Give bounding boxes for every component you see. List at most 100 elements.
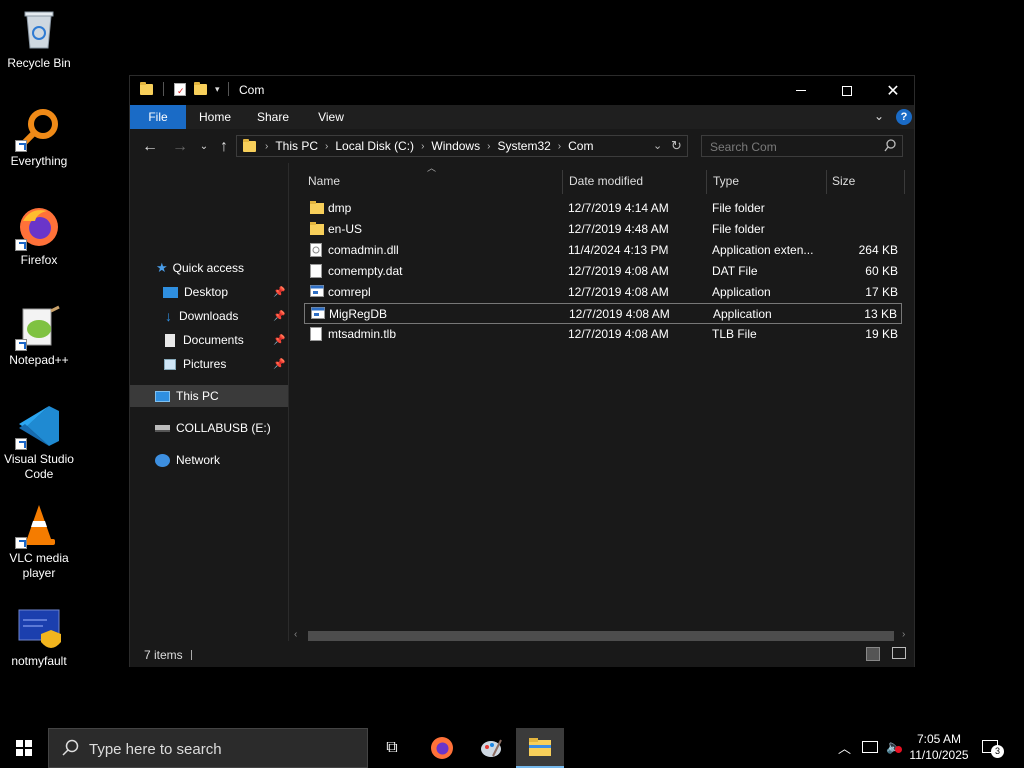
nav-this-pc[interactable]: This PC bbox=[130, 385, 288, 407]
action-center-button[interactable]: 3 bbox=[982, 738, 1004, 758]
breadcrumb-windows[interactable]: Windows bbox=[427, 139, 484, 153]
column-header-size[interactable]: Size bbox=[832, 171, 855, 191]
scroll-right-icon[interactable]: › bbox=[902, 629, 905, 640]
column-header-date[interactable]: Date modified bbox=[569, 171, 643, 191]
start-button[interactable] bbox=[0, 728, 48, 768]
address-bar[interactable]: › This PC › Local Disk (C:) › Windows › … bbox=[236, 135, 688, 157]
close-icon: ✕ bbox=[886, 82, 900, 100]
properties-icon[interactable]: ✓ bbox=[174, 82, 186, 96]
up-arrow-icon[interactable]: ↑ bbox=[214, 138, 234, 156]
breadcrumb-system32[interactable]: System32 bbox=[493, 139, 554, 153]
tab-view[interactable]: View bbox=[310, 105, 352, 129]
address-folder-icon bbox=[243, 138, 256, 152]
taskbar-search-placeholder: Type here to search bbox=[89, 741, 222, 758]
file-date-modified: 12/7/2019 4:08 AM bbox=[568, 264, 669, 278]
pin-icon[interactable]: 📌 bbox=[273, 359, 285, 370]
tab-share[interactable]: Share bbox=[252, 105, 294, 129]
details-view-button[interactable] bbox=[866, 647, 880, 661]
network-tray-icon[interactable] bbox=[862, 741, 878, 753]
file-row[interactable]: dmp 12/7/2019 4:14 AM File folder bbox=[304, 198, 902, 219]
chevron-right-icon[interactable]: › bbox=[555, 141, 564, 152]
back-arrow-icon[interactable]: ← bbox=[140, 138, 160, 156]
desktop-icon-label: Recycle Bin bbox=[7, 56, 71, 70]
horizontal-scrollbar[interactable]: ‹ › bbox=[290, 629, 914, 643]
chevron-right-icon[interactable]: › bbox=[418, 141, 427, 152]
file-date-modified: 11/4/2024 4:13 PM bbox=[568, 243, 669, 257]
file-row[interactable]: en-US 12/7/2019 4:48 AM File folder bbox=[304, 219, 902, 240]
search-box[interactable]: Search Com bbox=[701, 135, 903, 157]
nav-desktop[interactable]: Desktop 📌 bbox=[130, 281, 288, 303]
nav-network[interactable]: Network bbox=[130, 449, 288, 471]
pin-icon[interactable]: 📌 bbox=[273, 287, 285, 298]
taskbar-file-explorer[interactable] bbox=[516, 728, 564, 768]
large-icons-view-button[interactable] bbox=[892, 647, 906, 659]
desktop-icon-notmyfault[interactable]: notmyfault bbox=[0, 606, 78, 669]
expand-ribbon-icon[interactable]: ⌄ bbox=[874, 109, 884, 123]
file-explorer-icon bbox=[529, 738, 551, 756]
file-row[interactable]: comadmin.dll 11/4/2024 4:13 PM Application… bbox=[304, 240, 902, 261]
chevron-right-icon[interactable]: › bbox=[484, 141, 493, 152]
column-divider[interactable] bbox=[826, 170, 827, 194]
window-title: Com bbox=[239, 83, 265, 97]
desktop-icon-recycle-bin[interactable]: Recycle Bin bbox=[0, 8, 78, 71]
task-view-button[interactable]: ⧉ bbox=[368, 728, 416, 768]
file-explorer-window: ✓ ▾ Com ✕ File Home Share View ⌄ ? ← → ⌄… bbox=[129, 75, 915, 667]
system-clock[interactable]: 7:05 AM 11/10/2025 bbox=[904, 731, 974, 763]
column-header-name[interactable]: Name bbox=[308, 171, 340, 191]
taskbar-search-box[interactable]: Type here to search bbox=[48, 728, 368, 768]
nav-downloads[interactable]: ↓ Downloads 📌 bbox=[130, 305, 288, 327]
close-button[interactable]: ✕ bbox=[870, 76, 916, 105]
column-header-type[interactable]: Type bbox=[713, 171, 739, 191]
forward-arrow-icon[interactable]: → bbox=[170, 138, 190, 156]
clock-time: 7:05 AM bbox=[916, 732, 962, 746]
taskbar-firefox[interactable] bbox=[418, 728, 466, 768]
desktop-icon-vlc[interactable]: VLC media player bbox=[0, 503, 78, 581]
clock-date: 11/10/2025 bbox=[909, 748, 969, 762]
taskbar-paint[interactable] bbox=[467, 728, 515, 768]
file-name: dmp bbox=[328, 201, 352, 215]
show-hidden-icons-button[interactable]: ︿ bbox=[838, 738, 851, 757]
address-dropdown-icon[interactable]: ⌄ bbox=[653, 139, 662, 152]
refresh-icon[interactable]: ↻ bbox=[671, 138, 682, 154]
volume-muted-icon[interactable]: 🔈 bbox=[886, 739, 902, 755]
desktop-icon-everything[interactable]: Everything bbox=[0, 106, 78, 169]
column-divider[interactable] bbox=[706, 170, 707, 194]
pin-icon[interactable]: 📌 bbox=[273, 311, 285, 322]
chevron-right-icon[interactable]: › bbox=[322, 141, 331, 152]
column-divider[interactable] bbox=[904, 170, 905, 194]
dll-file-icon bbox=[310, 243, 324, 257]
chevron-right-icon[interactable]: › bbox=[262, 141, 271, 152]
scrollbar-thumb[interactable] bbox=[308, 631, 894, 641]
nav-quick-access[interactable]: ★ Quick access bbox=[130, 257, 288, 279]
tab-home[interactable]: Home bbox=[194, 105, 236, 129]
column-divider[interactable] bbox=[562, 170, 563, 194]
status-divider bbox=[191, 650, 192, 660]
breadcrumb-this-pc[interactable]: This PC bbox=[271, 139, 322, 153]
nav-usb-drive[interactable]: COLLABUSB (E:) bbox=[130, 417, 288, 439]
recent-locations-icon[interactable]: ⌄ bbox=[194, 138, 214, 156]
paint-palette-icon bbox=[481, 739, 502, 757]
nav-documents[interactable]: Documents 📌 bbox=[130, 329, 288, 351]
new-folder-icon[interactable] bbox=[194, 81, 207, 95]
pin-icon[interactable]: 📌 bbox=[273, 335, 285, 346]
file-row[interactable]: comempty.dat 12/7/2019 4:08 AM DAT File 60 … bbox=[304, 261, 902, 282]
file-date-modified: 12/7/2019 4:08 AM bbox=[568, 285, 669, 299]
help-icon[interactable]: ? bbox=[896, 109, 912, 125]
file-size: 60 KB bbox=[865, 264, 898, 278]
minimize-button[interactable] bbox=[778, 76, 824, 105]
maximize-button[interactable] bbox=[824, 76, 870, 105]
file-row[interactable]: comrepl 12/7/2019 4:08 AM Application 17 KB bbox=[304, 282, 902, 303]
scroll-left-icon[interactable]: ‹ bbox=[294, 629, 297, 640]
file-size: 17 KB bbox=[865, 285, 898, 299]
customize-toolbar-icon[interactable]: ▾ bbox=[215, 84, 220, 95]
title-bar[interactable]: ✓ ▾ Com ✕ bbox=[130, 76, 914, 105]
tab-file[interactable]: File bbox=[130, 105, 186, 129]
breadcrumb-local-disk[interactable]: Local Disk (C:) bbox=[331, 139, 418, 153]
nav-pictures[interactable]: Pictures 📌 bbox=[130, 353, 288, 375]
desktop-icon-firefox[interactable]: Firefox bbox=[0, 205, 78, 268]
file-row[interactable]: mtsadmin.tlb 12/7/2019 4:08 AM TLB File 19 … bbox=[304, 324, 902, 345]
desktop-icon-vscode[interactable]: Visual Studio Code bbox=[0, 404, 78, 482]
breadcrumb-com[interactable]: Com bbox=[564, 139, 597, 153]
desktop-icon-notepad-plus-plus[interactable]: Notepad++ bbox=[0, 305, 78, 368]
file-row[interactable]: MigRegDB 12/7/2019 4:08 AM Application 13 K… bbox=[304, 303, 902, 324]
